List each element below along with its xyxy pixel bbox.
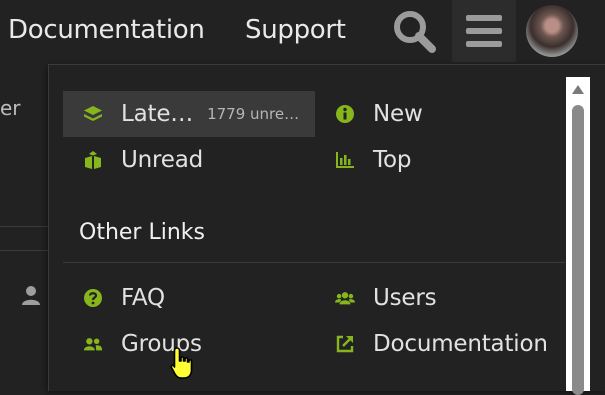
scroll-up-arrow-icon[interactable] xyxy=(572,85,584,94)
menu-item-label: Unread xyxy=(121,147,204,173)
question-circle-icon xyxy=(83,288,103,308)
search-icon xyxy=(394,11,436,53)
user-group-icon xyxy=(83,334,103,354)
nav-link-support[interactable]: Support xyxy=(245,12,346,48)
avatar xyxy=(526,5,578,57)
unread-count: 1779 unre… xyxy=(207,105,300,123)
bar-chart-icon xyxy=(335,150,355,170)
menu-item-label: Late… xyxy=(121,101,194,127)
site-header: Documentation Support xyxy=(0,0,605,62)
background-divider xyxy=(0,226,50,227)
menu-item-label: Top xyxy=(373,147,412,173)
hamburger-icon xyxy=(466,15,502,47)
menu-item-label: FAQ xyxy=(121,285,165,311)
menu-item-faq[interactable]: FAQ xyxy=(83,275,165,321)
section-divider xyxy=(63,262,565,263)
other-links-heading: Other Links xyxy=(79,220,205,245)
scrollbar-thumb[interactable] xyxy=(572,105,584,395)
menu-item-top[interactable]: Top xyxy=(335,137,411,183)
background-divider xyxy=(0,250,50,251)
user-icon xyxy=(22,286,40,305)
menu-item-latest[interactable]: Late… 1779 unre… xyxy=(63,91,315,137)
menu-item-label: Users xyxy=(373,285,437,311)
background-text-fragment: er xyxy=(0,96,21,120)
user-avatar-button[interactable] xyxy=(524,0,580,62)
hand-pointer-cursor-icon xyxy=(170,347,193,379)
layers-icon xyxy=(83,104,103,124)
hamburger-dropdown-panel: Late… 1779 unre… New Unread Top Other Li… xyxy=(48,64,605,395)
menu-item-label: New xyxy=(373,101,423,127)
menu-item-new[interactable]: New xyxy=(335,91,423,137)
external-link-icon xyxy=(335,334,355,354)
hamburger-menu-button[interactable] xyxy=(452,0,516,62)
scrollbar[interactable] xyxy=(566,77,590,395)
search-button[interactable] xyxy=(384,0,444,62)
menu-item-documentation[interactable]: Documentation xyxy=(335,321,548,367)
users-icon xyxy=(335,288,355,308)
box-icon xyxy=(83,150,103,170)
nav-link-documentation[interactable]: Documentation xyxy=(8,12,205,48)
info-circle-icon xyxy=(335,104,355,124)
menu-item-unread[interactable]: Unread xyxy=(83,137,203,183)
menu-item-label: Documentation xyxy=(373,331,548,357)
menu-item-users[interactable]: Users xyxy=(335,275,437,321)
